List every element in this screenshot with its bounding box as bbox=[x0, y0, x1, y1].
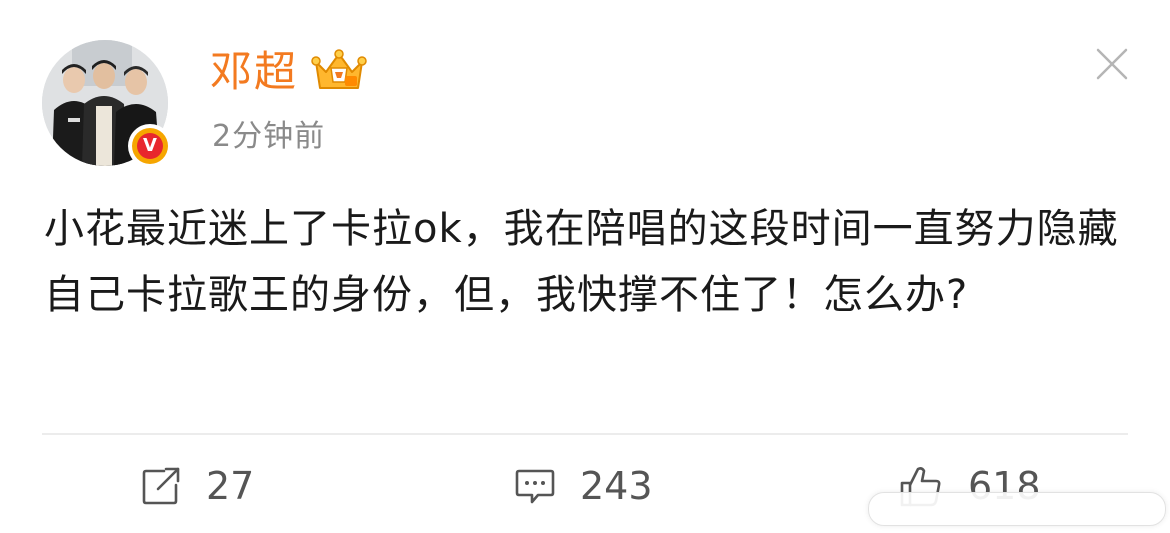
crown-icon bbox=[311, 49, 367, 89]
close-icon[interactable] bbox=[1094, 46, 1130, 82]
comment-icon bbox=[515, 469, 555, 504]
weibo-post-card: V 邓超 2分钟前 小花最近迷上了卡拉ok，我在陪唱的这段时间一直努力隐藏自己卡… bbox=[0, 0, 1170, 533]
divider bbox=[42, 433, 1128, 435]
repost-icon bbox=[142, 467, 180, 505]
comment-count: 243 bbox=[580, 464, 653, 508]
verified-badge-icon: V bbox=[128, 124, 172, 168]
repost-count: 27 bbox=[206, 464, 255, 508]
author-name[interactable]: 邓超 bbox=[210, 44, 298, 100]
repost-button[interactable]: 27 bbox=[140, 462, 254, 510]
post-timestamp: 2分钟前 bbox=[212, 119, 326, 154]
post-body-text: 小花最近迷上了卡拉ok，我在陪唱的这段时间一直努力隐藏自己卡拉歌王的身份，但，我… bbox=[44, 206, 1119, 318]
comment-button[interactable]: 243 bbox=[514, 462, 653, 510]
watermark-overlay bbox=[868, 492, 1166, 526]
